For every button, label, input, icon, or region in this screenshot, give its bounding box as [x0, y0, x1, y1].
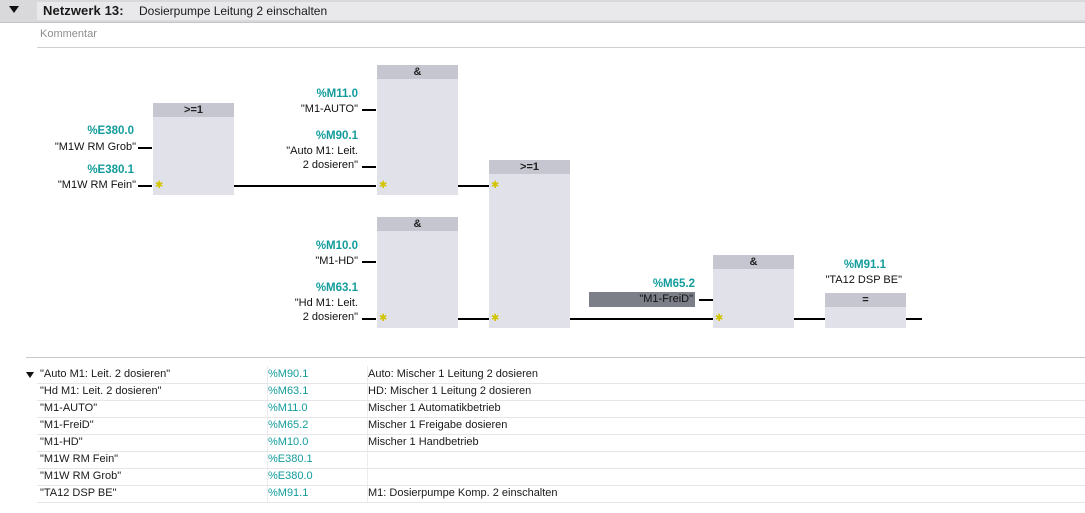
- wire-or2-to-and3: [570, 318, 713, 320]
- operand-symbol-m10-0[interactable]: "M1-HD": [260, 255, 358, 267]
- operand-address-cell: %M10.0: [268, 436, 309, 448]
- operand-symbol-e380-0[interactable]: "M1W RM Grob": [30, 141, 136, 153]
- operand-symbol-m63-1-line1[interactable]: "Hd M1: Leit.: [250, 297, 358, 309]
- operand-symbol-m63-1-line2[interactable]: 2 dosieren": [250, 311, 358, 323]
- table-row[interactable]: "M1W RM Grob" %E380.0: [37, 468, 1085, 486]
- input-pin-or1-in2: [138, 185, 152, 187]
- and-block-1[interactable]: &: [377, 65, 458, 195]
- operand-name-cell: "M1W RM Grob": [40, 470, 122, 482]
- operand-address-cell: %M63.1: [268, 385, 309, 397]
- operand-symbol-m11-0[interactable]: "M1-AUTO": [260, 103, 358, 115]
- operand-symbol-m91-1[interactable]: "TA12 DSP BE": [790, 274, 903, 286]
- table-row[interactable]: "TA12 DSP BE" %M91.1 M1: Dosierpumpe Komp.…: [37, 485, 1085, 503]
- operand-address-cell: %M65.2: [268, 419, 309, 431]
- operand-address-cell: %M90.1: [268, 368, 309, 380]
- operand-comment-cell: HD: Mischer 1 Leitung 2 dosieren: [368, 385, 532, 397]
- operand-comment-cell: Mischer 1 Freigabe dosieren: [368, 419, 508, 431]
- input-pin-and2-in2: [362, 318, 376, 320]
- operand-comment-cell: M1: Dosierpumpe Komp. 2 einschalten: [368, 487, 558, 499]
- operand-address-e380-0[interactable]: %E380.0: [60, 125, 134, 137]
- input-pin-or1-in1: [138, 147, 152, 149]
- wire-or1-to-and1: [234, 185, 376, 187]
- table-row[interactable]: "M1-HD" %M10.0 Mischer 1 Handbetrieb: [37, 434, 1085, 452]
- table-row[interactable]: "M1-AUTO" %M11.0 Mischer 1 Automatikbetrie…: [37, 400, 1085, 418]
- assign-coil[interactable]: =: [825, 293, 906, 328]
- and-block-2[interactable]: &: [377, 217, 458, 328]
- operand-symbol-m90-1-line2[interactable]: 2 dosieren": [250, 159, 358, 171]
- operand-address-cell: %E380.0: [268, 470, 313, 482]
- operand-symbol-m90-1-line1[interactable]: "Auto M1: Leit.: [250, 145, 358, 157]
- wire-and1-to-or2: [458, 185, 489, 187]
- operand-symbol-m65-2[interactable]: "M1-FreiD": [589, 293, 693, 305]
- input-pin-and1-in2: [362, 166, 376, 168]
- table-row[interactable]: "Hd M1: Leit. 2 dosieren" %M63.1 HD: Misch…: [37, 383, 1085, 401]
- comment-placeholder: Kommentar: [40, 28, 97, 40]
- operand-address-m63-1[interactable]: %M63.1: [280, 282, 358, 294]
- input-pin-and2-in1: [362, 261, 376, 263]
- wire-assign-out: [906, 318, 922, 320]
- collapse-info-icon[interactable]: [26, 372, 34, 378]
- or-block-2-label: >=1: [489, 160, 570, 174]
- network-comment-field[interactable]: Kommentar: [37, 25, 1085, 48]
- network-title[interactable]: Dosierpumpe Leitung 2 einschalten: [139, 4, 327, 18]
- operand-name-cell: "M1-HD": [40, 436, 83, 448]
- add-input-star-icon[interactable]: ✱: [155, 181, 163, 191]
- add-input-star-icon[interactable]: ✱: [491, 314, 499, 324]
- operand-address-cell: %M91.1: [268, 487, 309, 499]
- table-row[interactable]: "Auto M1: Leit. 2 dosieren" %M90.1 Auto: M…: [37, 366, 1085, 384]
- operand-address-e380-1[interactable]: %E380.1: [60, 164, 134, 176]
- and-block-3[interactable]: &: [713, 255, 794, 328]
- add-input-star-icon[interactable]: ✱: [491, 181, 499, 191]
- input-pin-and3-in1: [699, 299, 713, 301]
- add-input-star-icon[interactable]: ✱: [379, 181, 387, 191]
- operand-name-cell: "M1-AUTO": [40, 402, 98, 414]
- and-block-2-label: &: [377, 217, 458, 231]
- input-pin-and1-in1: [362, 109, 376, 111]
- and-block-1-label: &: [377, 65, 458, 79]
- assign-coil-label: =: [825, 293, 906, 307]
- network-separator: [26, 357, 1085, 358]
- or-block-2[interactable]: >=1: [489, 160, 570, 328]
- table-row[interactable]: "M1W RM Fein" %E380.1: [37, 451, 1085, 469]
- and-block-3-label: &: [713, 255, 794, 269]
- operand-address-m10-0[interactable]: %M10.0: [280, 240, 358, 252]
- operand-comment-cell: Auto: Mischer 1 Leitung 2 dosieren: [368, 368, 538, 380]
- wire-and2-to-or2: [458, 318, 489, 320]
- operand-address-cell: %M11.0: [268, 402, 308, 414]
- wire-and3-to-assign: [794, 318, 825, 320]
- operand-address-m91-1[interactable]: %M91.1: [800, 259, 886, 271]
- network-label: Netzwerk 13:: [43, 3, 124, 18]
- operand-name-cell: "M1W RM Fein": [40, 453, 119, 465]
- operand-name-cell: "Hd M1: Leit. 2 dosieren": [40, 385, 162, 397]
- operand-name-cell: "M1-FreiD": [40, 419, 94, 431]
- collapse-network-icon[interactable]: [9, 6, 19, 13]
- operand-name-cell: "TA12 DSP BE": [40, 487, 117, 499]
- operand-address-m90-1[interactable]: %M90.1: [280, 130, 358, 142]
- operand-comment-cell: Mischer 1 Automatikbetrieb: [368, 402, 501, 414]
- add-input-star-icon[interactable]: ✱: [715, 314, 723, 324]
- table-row[interactable]: "M1-FreiD" %M65.2 Mischer 1 Freigabe dosie…: [37, 417, 1085, 435]
- operand-name-cell: "Auto M1: Leit. 2 dosieren": [40, 368, 171, 380]
- add-input-star-icon[interactable]: ✱: [379, 314, 387, 324]
- or-block-1-label: >=1: [153, 103, 234, 117]
- operand-symbol-e380-1[interactable]: "M1W RM Fein": [30, 179, 136, 191]
- or-block-1[interactable]: >=1: [153, 103, 234, 195]
- operand-address-cell: %E380.1: [268, 453, 313, 465]
- operand-address-m65-2[interactable]: %M65.2: [600, 278, 695, 290]
- operand-address-m11-0[interactable]: %M11.0: [280, 88, 358, 100]
- operand-comment-cell: Mischer 1 Handbetrieb: [368, 436, 479, 448]
